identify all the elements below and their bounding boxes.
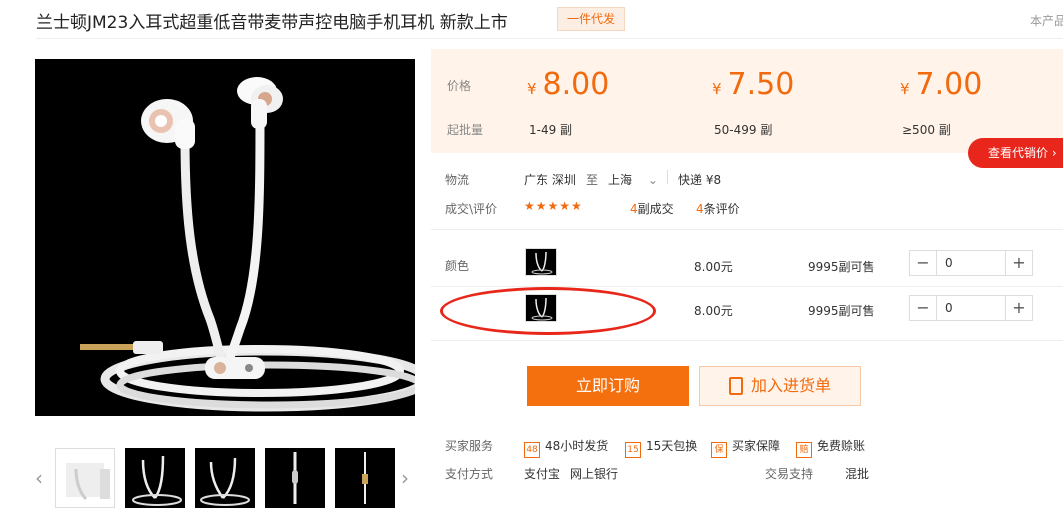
variant-1-price: 8.00元 bbox=[694, 260, 733, 274]
payment-label: 支付方式 bbox=[445, 467, 494, 481]
deals-label: 成交\评价 bbox=[445, 202, 498, 216]
thumbnail-5[interactable] bbox=[335, 448, 395, 508]
divider bbox=[431, 286, 1063, 287]
thumbnail-3[interactable] bbox=[195, 448, 255, 508]
48h-icon: 48 bbox=[524, 442, 540, 458]
plus-button[interactable]: + bbox=[1006, 251, 1032, 275]
services-label: 买家服务 bbox=[445, 439, 494, 453]
quantity-input[interactable]: 0 bbox=[936, 296, 1006, 320]
quantity-stepper-1: − 0 + bbox=[909, 250, 1033, 276]
payment-alipay: 支付宝 bbox=[524, 467, 561, 481]
ship-to-select[interactable]: 上海 ⌄ bbox=[608, 171, 658, 188]
trade-support-label: 交易支持 bbox=[765, 467, 814, 481]
price-panel: 价格 起批量 ¥8.00 1-49 副 ¥7.50 50-499 副 ¥7.00… bbox=[431, 49, 1063, 153]
payment-bank: 网上银行 bbox=[570, 467, 619, 481]
color-label: 颜色 bbox=[445, 259, 470, 273]
rating-stars: ★★★★★ bbox=[524, 199, 583, 213]
price-label: 价格 bbox=[447, 79, 472, 93]
chevron-down-icon: ⌄ bbox=[647, 173, 658, 187]
shield-icon: 保 bbox=[711, 442, 727, 458]
chevron-left-icon[interactable]: ‹ bbox=[35, 466, 43, 490]
thumbnail-strip: ‹ › bbox=[35, 440, 415, 510]
divider bbox=[431, 340, 1063, 341]
quantity-input[interactable]: 0 bbox=[936, 251, 1006, 275]
service-protection: 保买家保障 bbox=[711, 437, 780, 458]
agent-price-button[interactable]: 查看代销价 › bbox=[968, 138, 1063, 168]
service-48h: 48 48小时发货 bbox=[524, 437, 608, 458]
ship-from: 广东 深圳 bbox=[524, 173, 576, 187]
logistics-label: 物流 bbox=[445, 173, 470, 187]
variant-swatch-2[interactable] bbox=[525, 294, 557, 322]
thumbnail-4[interactable] bbox=[265, 448, 325, 508]
credit-icon: 赔 bbox=[796, 442, 812, 458]
tier-1-price: ¥8.00 bbox=[527, 67, 610, 102]
order-now-button[interactable]: 立即订购 bbox=[527, 366, 689, 406]
main-product-image[interactable] bbox=[35, 59, 415, 416]
shipping-fee: 快递 ¥8 bbox=[678, 173, 722, 187]
tier-3-price: ¥7.00 bbox=[900, 67, 983, 102]
clipboard-icon bbox=[728, 377, 743, 395]
corner-text: 本产品 bbox=[1030, 14, 1063, 28]
tier-2-price: ¥7.50 bbox=[712, 67, 795, 102]
minus-button[interactable]: − bbox=[910, 251, 936, 275]
minus-button[interactable]: − bbox=[910, 296, 936, 320]
service-credit: 赔免费赊账 bbox=[796, 437, 865, 458]
earphones-illustration bbox=[80, 77, 415, 412]
header-divider bbox=[36, 38, 1063, 39]
chevron-right-icon: › bbox=[1051, 146, 1057, 160]
thumbnail-2[interactable] bbox=[125, 448, 185, 508]
trade-support-value: 混批 bbox=[845, 467, 870, 481]
tier-2-range: 50-499 副 bbox=[714, 123, 773, 137]
tier-3-range: ≥500 副 bbox=[902, 123, 951, 137]
variant-1-stock: 9995副可售 bbox=[808, 260, 875, 274]
add-to-cart-button[interactable]: 加入进货单 bbox=[699, 366, 861, 406]
plus-button[interactable]: + bbox=[1006, 296, 1032, 320]
separator bbox=[667, 170, 668, 184]
service-15day: 15 15天包换 bbox=[625, 437, 697, 458]
15day-icon: 15 bbox=[625, 442, 641, 458]
deals-count[interactable]: 4副成交 bbox=[630, 200, 674, 217]
chevron-right-icon[interactable]: › bbox=[401, 466, 409, 490]
batch-label: 起批量 bbox=[447, 123, 484, 137]
dropship-badge: 一件代发 bbox=[557, 7, 626, 31]
variant-2-price: 8.00元 bbox=[694, 304, 733, 318]
tier-1-range: 1-49 副 bbox=[529, 123, 573, 137]
divider bbox=[431, 229, 1063, 230]
to-word: 至 bbox=[586, 173, 599, 187]
variant-swatch-1[interactable] bbox=[525, 248, 557, 276]
product-title: 兰士顿JM23入耳式超重低音带麦带声控电脑手机耳机 新款上市 bbox=[36, 13, 508, 33]
thumbnail-1[interactable] bbox=[55, 448, 115, 508]
quantity-stepper-2: − 0 + bbox=[909, 295, 1033, 321]
reviews-count[interactable]: 4条评价 bbox=[696, 200, 740, 217]
variant-2-stock: 9995副可售 bbox=[808, 304, 875, 318]
